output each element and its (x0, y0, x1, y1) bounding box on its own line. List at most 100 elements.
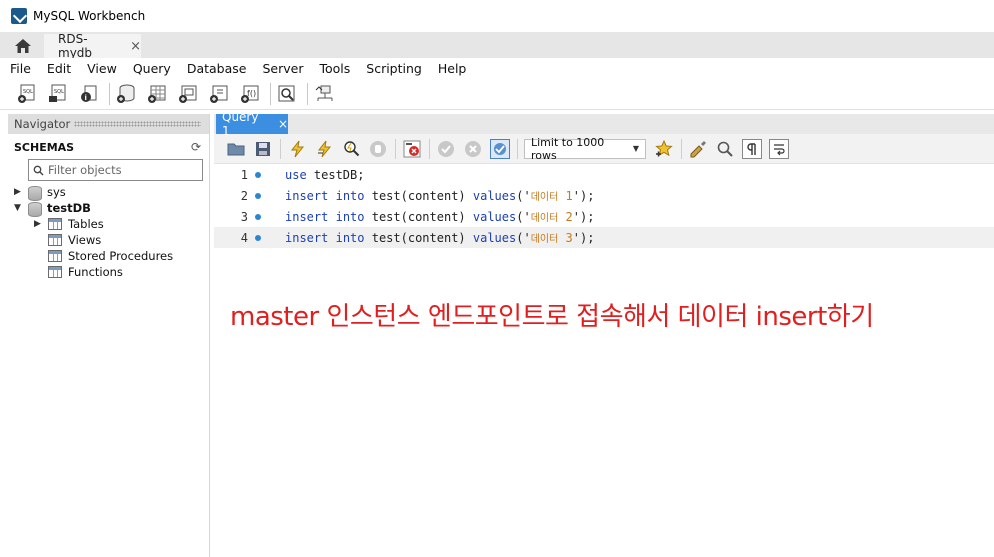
sql-code-editor[interactable]: 1 use testDB; 2 insert into test(content… (214, 164, 994, 248)
sql-keyword: into (335, 210, 365, 224)
menu-database[interactable]: Database (187, 61, 247, 76)
menu-file[interactable]: File (10, 61, 31, 76)
svg-text:i: i (85, 94, 87, 102)
reconnect-button[interactable] (313, 83, 335, 105)
save-icon (256, 141, 270, 156)
table-add-icon (148, 85, 166, 103)
line-number: 3 (240, 209, 248, 224)
execute-button[interactable] (287, 139, 307, 159)
save-button[interactable] (253, 139, 273, 159)
tree-item-tables[interactable]: ▶ Tables (34, 216, 104, 232)
code-line[interactable]: 1 use testDB; (214, 164, 994, 185)
menu-server[interactable]: Server (262, 61, 303, 76)
open-sql-script-button[interactable]: SQL (47, 83, 69, 105)
tree-item-stored-procedures[interactable]: Stored Procedures (48, 248, 173, 264)
refresh-icon[interactable]: ⟳ (191, 140, 201, 154)
menu-help[interactable]: Help (438, 61, 467, 76)
beautify-button[interactable] (688, 139, 708, 159)
stop-button[interactable] (368, 139, 388, 159)
sql-text: test(content) (364, 210, 473, 224)
sql-text: '); (572, 231, 595, 245)
limit-rows-select[interactable]: Limit to 1000 rows ▼ (524, 136, 646, 162)
close-icon[interactable]: × (130, 39, 141, 54)
code-text: insert into test(content) values('데이터 2'… (285, 209, 594, 224)
word-wrap-icon (774, 143, 785, 155)
query-tab-label: Query 1 (222, 110, 259, 138)
code-text: use testDB; (285, 168, 364, 182)
svg-text:SQL: SQL (54, 89, 64, 95)
line-number: 4 (240, 230, 248, 245)
search-table-icon (278, 85, 295, 101)
create-procedure-button[interactable] (208, 83, 230, 105)
expand-arrow-icon[interactable]: ▶ (34, 219, 44, 229)
code-line[interactable]: 2 insert into test(content) values('데이터 … (214, 185, 994, 206)
find-replace-button[interactable] (715, 139, 735, 159)
menu-edit[interactable]: Edit (47, 61, 71, 76)
svg-text:f(): f() (247, 89, 256, 98)
sql-text: (' (516, 189, 531, 203)
create-table-button[interactable] (146, 83, 168, 105)
tab-query-1[interactable]: Query 1 × (216, 110, 288, 138)
sql-keyword: values (472, 231, 517, 245)
database-add-icon (117, 84, 135, 103)
magnifier-icon (717, 141, 733, 157)
expand-arrow-icon[interactable]: ▶ (14, 187, 24, 197)
create-function-button[interactable]: f() (239, 83, 261, 105)
search-table-data-button[interactable] (276, 83, 298, 105)
explain-button[interactable] (341, 139, 361, 159)
commit-button[interactable] (436, 139, 456, 159)
statement-marker-icon (255, 213, 261, 220)
menu-scripting[interactable]: Scripting (366, 61, 422, 76)
statement-marker-icon (255, 192, 261, 199)
autocommit-toggle-button[interactable] (490, 138, 510, 159)
toggle-invisible-chars-button[interactable] (742, 138, 762, 159)
home-icon (15, 38, 31, 53)
new-sql-tab-button[interactable]: SQL (16, 83, 38, 105)
tree-item-functions[interactable]: Functions (48, 264, 123, 280)
sql-keyword: into (335, 231, 365, 245)
function-add-icon: f() (241, 85, 259, 103)
menu-tools[interactable]: Tools (319, 61, 350, 76)
main-toolbar: SQL SQL i f() (0, 78, 994, 110)
toolbar-separator (429, 138, 430, 159)
connection-tab-rds-mydb[interactable]: RDS-mydb × (44, 32, 141, 60)
magnifier-lightning-icon (344, 140, 360, 156)
line-number: 2 (240, 188, 248, 203)
code-line-current[interactable]: 4 insert into test(content) values('데이터 … (214, 227, 994, 248)
code-line[interactable]: 3 insert into test(content) values('데이터 … (214, 206, 994, 227)
info-icon: i (81, 85, 97, 102)
database-icon (28, 185, 42, 201)
create-schema-button[interactable] (115, 83, 137, 105)
tree-item-label: Tables (68, 217, 104, 231)
close-icon[interactable]: × (278, 117, 288, 131)
menu-query[interactable]: Query (133, 61, 171, 76)
create-view-button[interactable] (177, 83, 199, 105)
filter-box (28, 159, 203, 181)
schema-name: testDB (47, 201, 91, 215)
add-snippet-button[interactable] (654, 139, 674, 159)
execute-current-statement-button[interactable] (314, 139, 334, 159)
toolbar-separator (307, 82, 308, 105)
star-add-icon (655, 139, 673, 156)
statement-marker-icon (255, 171, 261, 178)
filter-objects-input[interactable] (48, 163, 198, 177)
procedure-add-icon (210, 85, 228, 103)
tree-item-views[interactable]: Views (48, 232, 101, 248)
sql-string: 데이터 (530, 192, 559, 203)
sql-keyword: insert (285, 189, 329, 203)
toggle-error-stop-button[interactable] (402, 139, 422, 159)
open-sql-file-icon: SQL (49, 84, 66, 102)
collapse-arrow-icon[interactable]: ▼ (14, 203, 24, 213)
toggle-word-wrap-button[interactable] (769, 138, 789, 159)
toolbar-separator (109, 82, 110, 105)
home-button[interactable] (10, 35, 36, 56)
panel-grip[interactable] (74, 121, 201, 127)
inspector-button[interactable]: i (78, 83, 100, 105)
database-icon (28, 201, 42, 217)
schema-row-testdb[interactable]: ▼ testDB (14, 200, 91, 217)
menu-view[interactable]: View (87, 61, 117, 76)
open-file-button[interactable] (226, 139, 246, 159)
stop-on-error-icon (403, 140, 421, 157)
rollback-button[interactable] (463, 139, 483, 159)
schema-row-sys[interactable]: ▶ sys (14, 184, 66, 201)
